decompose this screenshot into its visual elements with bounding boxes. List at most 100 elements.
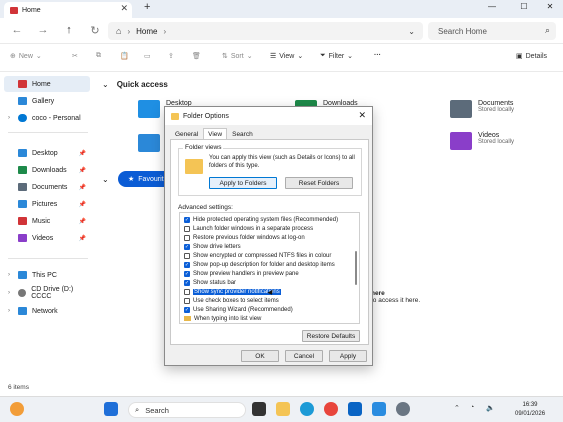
- chevron-down-icon[interactable]: ⌄: [102, 80, 109, 89]
- sort-button[interactable]: ⇅ Sort ⌄: [222, 52, 253, 61]
- widgets-icon[interactable]: [10, 402, 24, 416]
- setting-row[interactable]: ✓ Show drive letters: [184, 242, 241, 251]
- checkbox-checked[interactable]: ✓: [184, 279, 190, 286]
- sidebar-item-pictures[interactable]: Pictures 📌: [4, 196, 90, 212]
- hint-line-1: here: [371, 290, 385, 297]
- checkbox-checked[interactable]: ✓: [184, 243, 190, 250]
- chrome-icon[interactable]: [324, 402, 338, 416]
- setting-row[interactable]: Use check boxes to select items: [184, 296, 279, 305]
- breadcrumb[interactable]: Home: [136, 27, 157, 36]
- quick-access-header[interactable]: ⌄ Quick access: [102, 80, 168, 89]
- back-icon[interactable]: ←: [10, 24, 24, 36]
- file-explorer-icon[interactable]: [276, 402, 290, 416]
- sidebar-item-gallery[interactable]: Gallery: [4, 93, 90, 109]
- advanced-settings-label: Advanced settings:: [178, 204, 233, 211]
- up-icon[interactable]: ↑: [62, 24, 76, 36]
- task-view-icon[interactable]: [252, 402, 266, 416]
- refresh-icon[interactable]: ↻: [88, 24, 102, 37]
- chevron-down-icon[interactable]: ⌄: [102, 175, 109, 184]
- view-button[interactable]: ☰ View ⌄: [270, 52, 303, 61]
- setting-row[interactable]: ✓ Hide protected operating system files (…: [184, 215, 338, 224]
- restore-defaults-button[interactable]: Restore Defaults: [302, 330, 360, 342]
- checkbox-checked[interactable]: ✓: [184, 261, 190, 268]
- setting-row[interactable]: ✓ Show status bar: [184, 278, 236, 287]
- chevron-right-icon[interactable]: ›: [8, 308, 10, 314]
- address-bar[interactable]: ⌂ › Home › ⌄: [108, 22, 423, 40]
- checkbox-checked[interactable]: ✓: [184, 270, 190, 277]
- store-icon[interactable]: [372, 402, 386, 416]
- outlook-icon[interactable]: [348, 402, 362, 416]
- setting-row[interactable]: Launch folder windows in a separate proc…: [184, 224, 313, 233]
- checkbox[interactable]: [184, 252, 190, 259]
- sidebar-item-documents[interactable]: Documents 📌: [4, 179, 90, 195]
- dialog-title-bar[interactable]: Folder Options ✕: [165, 107, 372, 125]
- reset-folders-button[interactable]: Reset Folders: [285, 177, 353, 189]
- setting-row[interactable]: ✓ Show pop-up description for folder and …: [184, 260, 335, 269]
- ok-button[interactable]: OK: [241, 350, 279, 362]
- desktop-icon: [18, 149, 27, 157]
- sidebar-item-desktop[interactable]: Desktop 📌: [4, 145, 90, 161]
- address-dropdown-icon[interactable]: ⌄: [408, 27, 415, 36]
- checkbox[interactable]: [184, 234, 190, 241]
- minimize-button[interactable]: —: [485, 2, 499, 11]
- rename-icon[interactable]: ▭: [144, 52, 151, 60]
- sidebar-item-videos[interactable]: Videos 📌: [4, 230, 90, 246]
- advanced-settings-list[interactable]: ✓ Hide protected operating system files (…: [179, 212, 360, 324]
- dialog-close-button[interactable]: ✕: [358, 110, 366, 121]
- forward-icon[interactable]: →: [36, 24, 50, 36]
- sidebar-item-network[interactable]: › Network: [4, 303, 90, 319]
- paste-icon[interactable]: 📋: [120, 52, 129, 60]
- close-button[interactable]: ✕: [543, 2, 557, 11]
- more-button[interactable]: ···: [374, 52, 381, 59]
- hint-line-2: to access it here.: [371, 297, 421, 304]
- chevron-right-icon[interactable]: ›: [8, 290, 10, 296]
- setting-row[interactable]: ✓ Show preview handlers in preview pane: [184, 269, 299, 278]
- edge-icon[interactable]: [300, 402, 314, 416]
- tab-close-icon[interactable]: ✕: [120, 3, 128, 14]
- scrollbar[interactable]: [355, 251, 357, 285]
- cancel-button[interactable]: Cancel: [285, 350, 323, 362]
- new-tab-button[interactable]: +: [144, 1, 150, 13]
- chevron-up-icon[interactable]: ⌃: [454, 404, 460, 412]
- sidebar-item-onedrive[interactable]: › coco - Personal: [4, 110, 90, 126]
- apply-to-folders-button[interactable]: Apply to Folders: [209, 177, 277, 189]
- apply-button[interactable]: Apply: [329, 350, 367, 362]
- setting-row[interactable]: ✓ Use Sharing Wizard (Recommended): [184, 305, 293, 314]
- quick-access-videos[interactable]: Videos Stored locally: [450, 132, 514, 150]
- quick-access-documents[interactable]: Documents Stored locally: [450, 100, 514, 118]
- checkbox-checked[interactable]: ✓: [184, 216, 190, 223]
- start-icon[interactable]: [104, 402, 118, 416]
- sidebar-item-this-pc[interactable]: › This PC: [4, 267, 90, 283]
- copy-icon[interactable]: ⧉: [96, 52, 101, 60]
- item-name: Documents: [478, 100, 514, 107]
- delete-icon[interactable]: 🗑: [192, 52, 201, 60]
- chevron-right-icon[interactable]: ›: [8, 115, 10, 121]
- tab-home[interactable]: Home ✕: [4, 2, 132, 18]
- maximize-button[interactable]: ☐: [517, 2, 531, 11]
- filter-button[interactable]: ⏷ Filter ⌄: [320, 52, 353, 60]
- sidebar-item-cd-drive[interactable]: › CD Drive (D:) CCCC: [4, 285, 90, 301]
- share-icon[interactable]: ⇪: [168, 52, 174, 60]
- setting-row-selected[interactable]: Show sync provider notifications: [184, 287, 281, 296]
- cut-icon[interactable]: ✂: [72, 52, 78, 60]
- quick-access-pictures[interactable]: [138, 134, 160, 152]
- clock[interactable]: 16:39 09/01/2026: [515, 401, 545, 419]
- search-input[interactable]: Search Home ⌕: [428, 22, 556, 40]
- volume-icon[interactable]: 🔈: [486, 404, 495, 412]
- setting-row[interactable]: Show encrypted or compressed NTFS files …: [184, 251, 331, 260]
- checkbox[interactable]: [184, 288, 190, 295]
- setting-row[interactable]: When typing into list view: [184, 314, 261, 323]
- settings-icon[interactable]: [396, 402, 410, 416]
- sidebar-item-downloads[interactable]: Downloads 📌: [4, 162, 90, 178]
- sidebar-item-home[interactable]: Home: [4, 76, 90, 92]
- network-icon[interactable]: ◔: [470, 404, 474, 411]
- checkbox[interactable]: [184, 225, 190, 232]
- taskbar-search[interactable]: ⌕ Search: [128, 402, 246, 418]
- chevron-right-icon[interactable]: ›: [8, 272, 10, 278]
- new-button[interactable]: ⊕ New ⌄: [10, 52, 42, 61]
- details-button[interactable]: ▣ Details: [516, 52, 547, 61]
- checkbox[interactable]: [184, 297, 190, 304]
- checkbox-checked[interactable]: ✓: [184, 306, 190, 313]
- setting-row[interactable]: Restore previous folder windows at log-o…: [184, 233, 305, 242]
- sidebar-item-music[interactable]: Music 📌: [4, 213, 90, 229]
